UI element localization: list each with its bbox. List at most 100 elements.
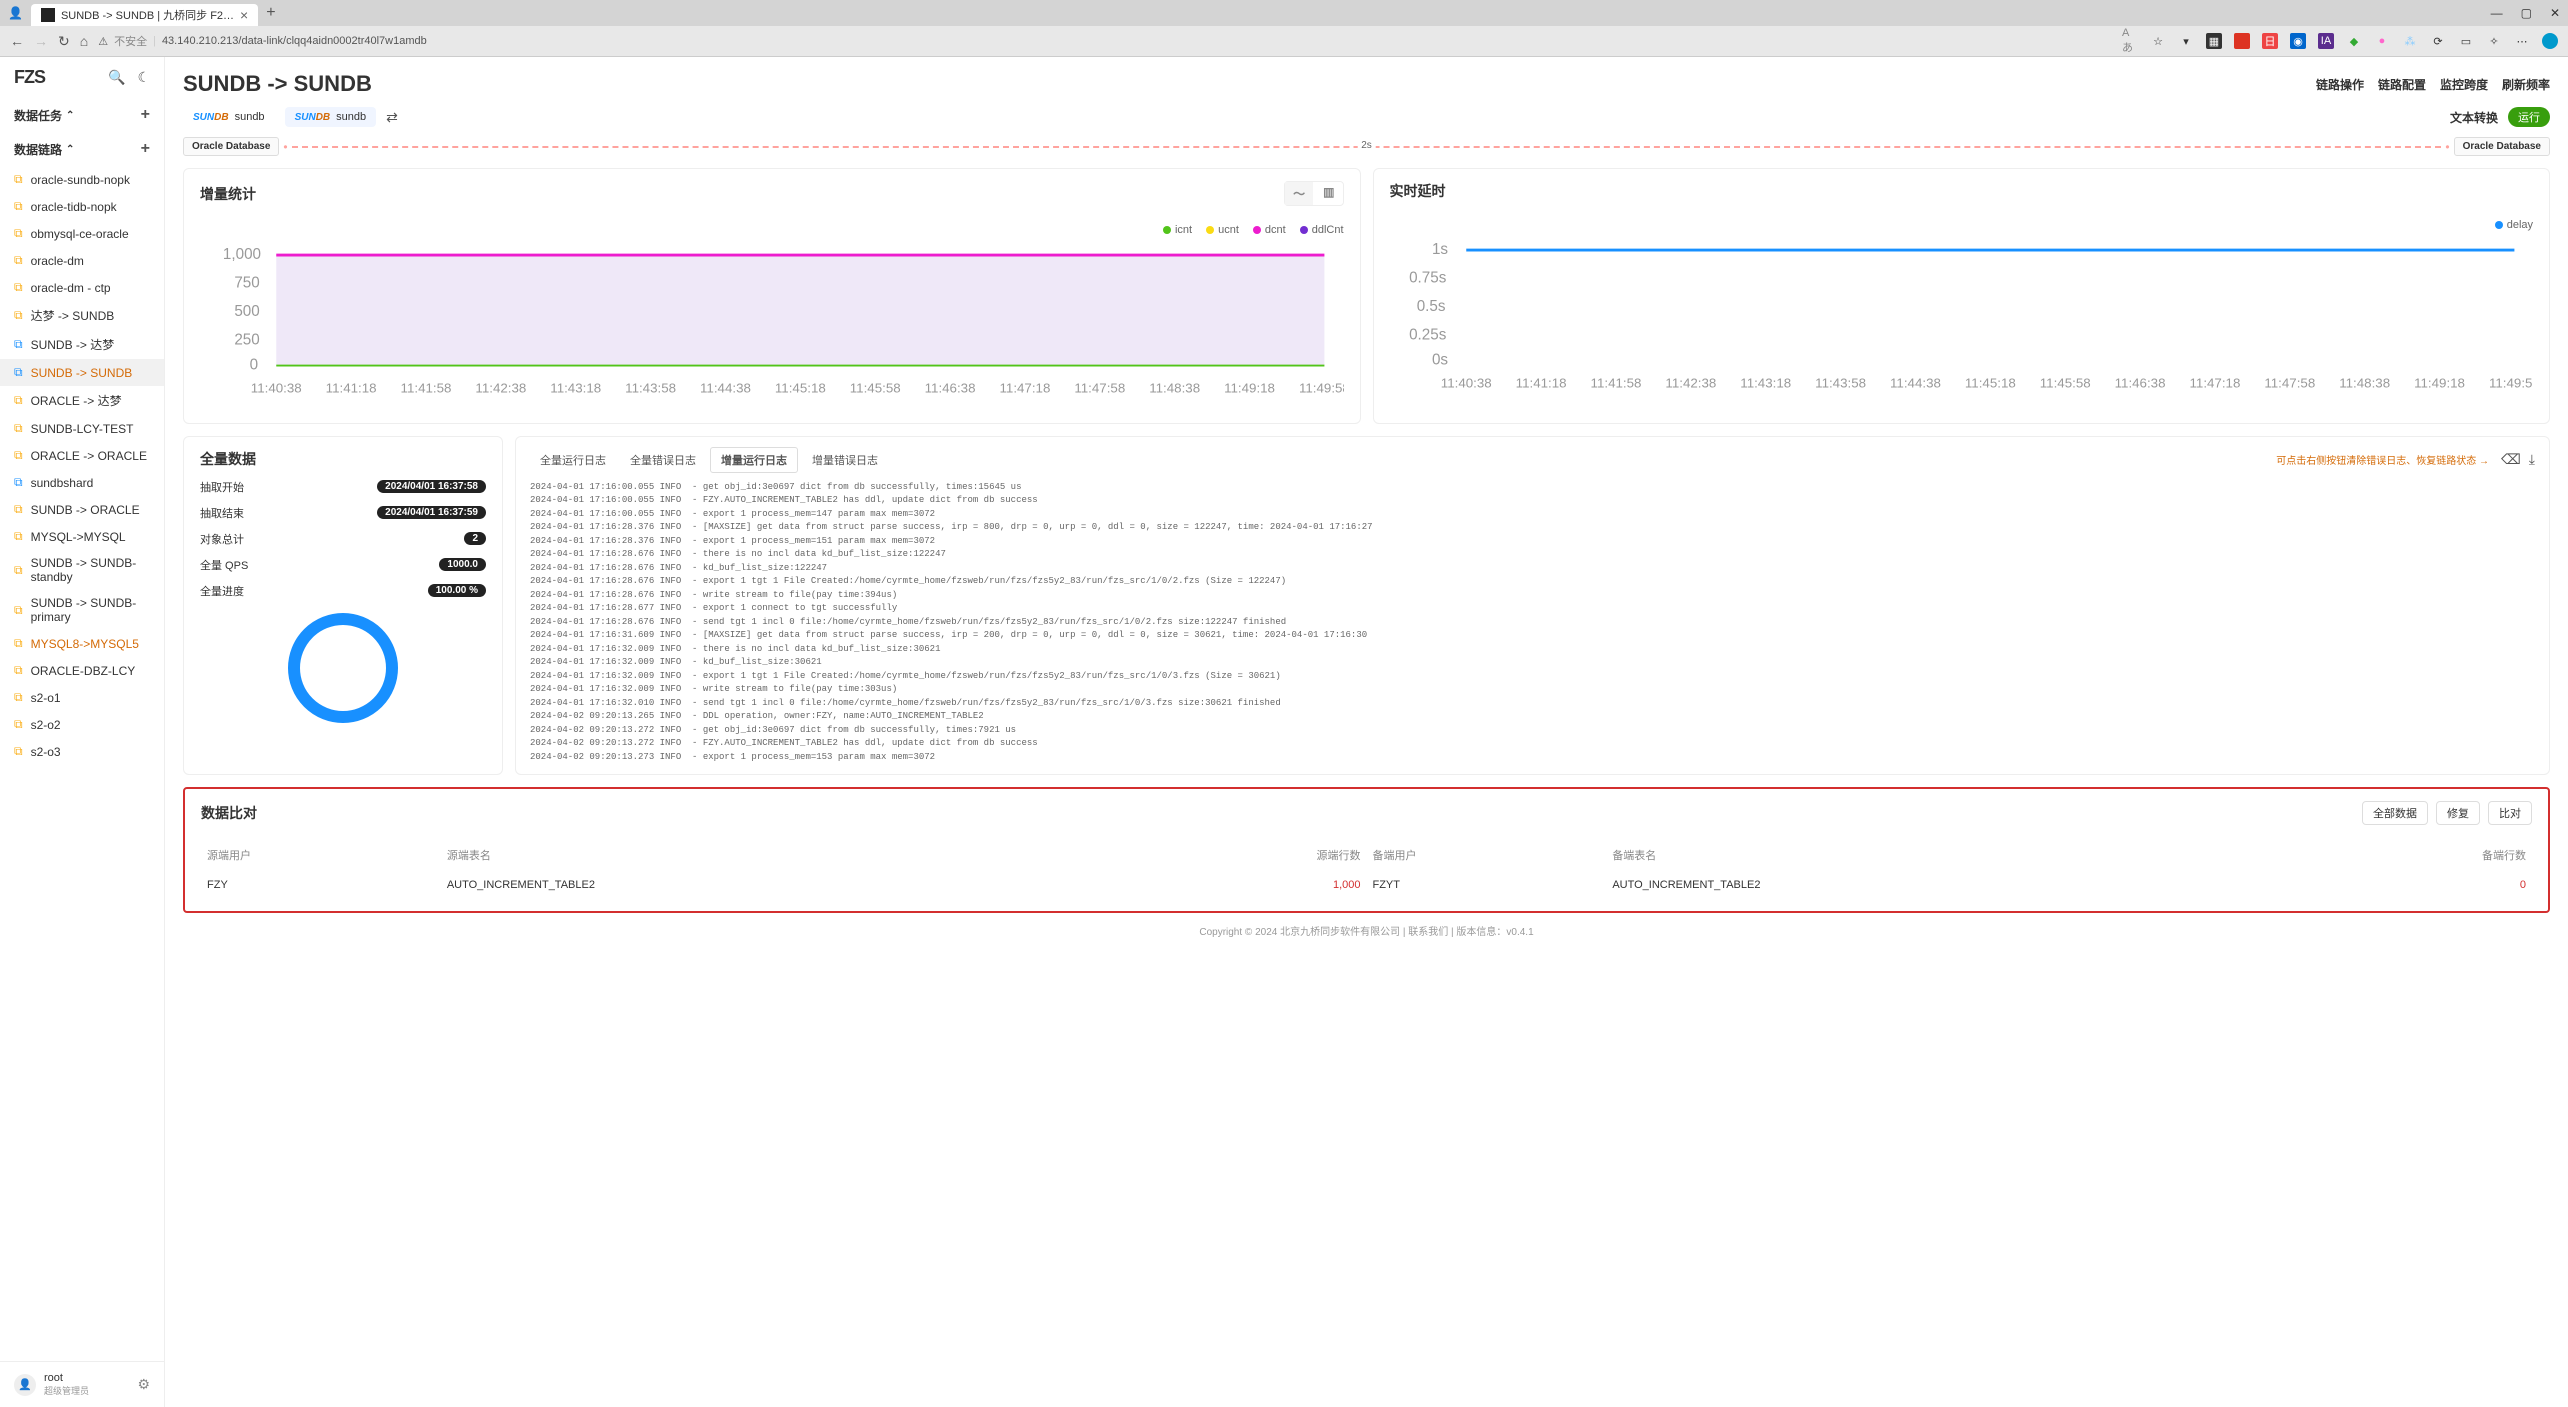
link-icon: ⧉	[14, 529, 23, 544]
ext-icon-7[interactable]: ◆	[2346, 33, 2362, 49]
sidebar-link[interactable]: ⧉SUNDB-LCY-TEST	[0, 415, 164, 442]
ext-icon-9[interactable]: ⁂	[2402, 33, 2418, 49]
brand-logo: FZS	[14, 67, 45, 88]
log-tab-inc-err[interactable]: 增量错误日志	[802, 448, 888, 472]
sidebar-link[interactable]: ⧉sundbshard	[0, 469, 164, 496]
add-link-button[interactable]: +	[141, 140, 150, 158]
th-src-table: 源端表名	[441, 839, 1127, 871]
url-text: 43.140.210.213/data-link/clqq4aidn0002tr…	[162, 35, 427, 47]
header-action[interactable]: 刷新频率	[2502, 76, 2550, 93]
ext-refresh-icon[interactable]: ⟳	[2430, 33, 2446, 49]
sidebar-link[interactable]: ⧉oracle-tidb-nopk	[0, 193, 164, 220]
settings-menu-icon[interactable]: ⋯	[2514, 33, 2530, 49]
svg-text:11:41:18: 11:41:18	[326, 380, 377, 395]
logs-card: 全量运行日志 全量错误日志 增量运行日志 增量错误日志 可点击右侧按钮清除错误日…	[515, 436, 2550, 776]
link-icon: ⧉	[14, 199, 23, 214]
username: root	[44, 1372, 89, 1384]
sidebar-link[interactable]: ⧉MYSQL8->MYSQL5	[0, 630, 164, 657]
sidebar-link[interactable]: ⧉SUNDB -> SUNDB-standby	[0, 550, 164, 590]
ext-icon-5[interactable]: ◉	[2290, 33, 2306, 49]
sidebar-link[interactable]: ⧉SUNDB -> SUNDB-primary	[0, 590, 164, 630]
svg-text:11:41:58: 11:41:58	[1590, 375, 1641, 390]
user-icon[interactable]: 👤	[8, 6, 23, 20]
header-action[interactable]: 监控跨度	[2440, 76, 2488, 93]
window-minimize-button[interactable]: —	[2491, 6, 2503, 20]
ext-icon-1[interactable]: ▾	[2178, 33, 2194, 49]
sidebar-link[interactable]: ⧉obmysql-ce-oracle	[0, 220, 164, 247]
source-db-chip[interactable]: SUNDB sundb	[183, 107, 275, 127]
forward-button[interactable]: →	[34, 33, 48, 49]
flow-target: Oracle Database	[2454, 137, 2550, 156]
gear-icon[interactable]: ⚙	[137, 1376, 150, 1393]
sidebar-link[interactable]: ⧉达梦 -> SUNDB	[0, 301, 164, 330]
ext-icon-8[interactable]: ●	[2374, 33, 2390, 49]
sidebar-link[interactable]: ⧉ORACLE-DBZ-LCY	[0, 657, 164, 684]
log-tab-full-run[interactable]: 全量运行日志	[530, 448, 616, 472]
profile-icon[interactable]	[2542, 33, 2558, 49]
text-switch-button[interactable]: 文本转换	[2450, 109, 2498, 126]
link-icon: ⧉	[14, 448, 23, 463]
sidebar-link[interactable]: ⧉s2-o2	[0, 711, 164, 738]
reader-mode-icon[interactable]: Aあ	[2122, 33, 2138, 49]
search-icon[interactable]: 🔍	[108, 69, 125, 86]
chart-bar-toggle[interactable]: ▥	[1315, 182, 1342, 205]
chart-line-toggle[interactable]: 〜	[1285, 182, 1313, 205]
svg-text:11:47:58: 11:47:58	[2264, 375, 2315, 390]
clear-log-icon[interactable]: ⌫	[2501, 451, 2521, 468]
refresh-button[interactable]: ↻	[58, 33, 70, 50]
sidebar-link[interactable]: ⧉s2-o1	[0, 684, 164, 711]
log-tab-full-err[interactable]: 全量错误日志	[620, 448, 706, 472]
target-db-chip[interactable]: SUNDB sundb	[285, 107, 377, 127]
theme-toggle-icon[interactable]: ☾	[137, 69, 150, 86]
window-close-button[interactable]: ✕	[2550, 6, 2560, 20]
table-row[interactable]: FZY AUTO_INCREMENT_TABLE2 1,000 FZYT AUT…	[201, 871, 2532, 899]
log-tab-inc-run[interactable]: 增量运行日志	[710, 447, 798, 473]
sidebar-link[interactable]: ⧉s2-o3	[0, 738, 164, 765]
address-bar[interactable]: ⚠ 不安全 | 43.140.210.213/data-link/clqq4ai…	[98, 33, 2112, 49]
svg-text:11:46:38: 11:46:38	[925, 380, 976, 395]
header-action[interactable]: 链路配置	[2378, 76, 2426, 93]
back-button[interactable]: ←	[10, 33, 24, 49]
favorite-icon[interactable]: ☆	[2150, 33, 2166, 49]
sidebar-link[interactable]: ⧉ORACLE -> ORACLE	[0, 442, 164, 469]
sidebar-link[interactable]: ⧉SUNDB -> SUNDB	[0, 359, 164, 386]
meta-row: 对象总计2	[200, 531, 486, 547]
chevron-up-icon: ⌃	[66, 110, 74, 121]
sidebar-section-tasks[interactable]: 数据任务 ⌃ +	[0, 98, 164, 132]
collections-icon[interactable]: ▭	[2458, 33, 2474, 49]
meta-row: 全量进度100.00 %	[200, 583, 486, 599]
avatar[interactable]: 👤	[14, 1374, 36, 1396]
sidebar-link[interactable]: ⧉oracle-dm	[0, 247, 164, 274]
new-tab-button[interactable]: +	[266, 4, 275, 22]
ext-icon-3[interactable]	[2234, 33, 2250, 49]
compare-action-button[interactable]: 全部数据	[2362, 801, 2428, 825]
ext-icon-6[interactable]: IA	[2318, 33, 2334, 49]
link-icon: ⧉	[14, 226, 23, 241]
header-action[interactable]: 链路操作	[2316, 76, 2364, 93]
browser-tab[interactable]: SUNDB -> SUNDB | 九桥同步 F2… ×	[31, 4, 258, 26]
ext-icon-4[interactable]: 日	[2262, 33, 2278, 49]
ext-icon-2[interactable]: ▦	[2206, 33, 2222, 49]
sidebar-link[interactable]: ⧉MYSQL->MYSQL	[0, 523, 164, 550]
sidebar-link[interactable]: ⧉oracle-sundb-nopk	[0, 166, 164, 193]
sidebar-section-links[interactable]: 数据链路 ⌃ +	[0, 132, 164, 166]
window-maximize-button[interactable]: ▢	[2521, 6, 2532, 20]
add-task-button[interactable]: +	[141, 106, 150, 124]
link-icon: ⧉	[14, 253, 23, 268]
compare-action-button[interactable]: 比对	[2488, 801, 2532, 825]
sidebar-link[interactable]: ⧉ORACLE -> 达梦	[0, 386, 164, 415]
sidebar-link[interactable]: ⧉SUNDB -> ORACLE	[0, 496, 164, 523]
compare-action-button[interactable]: 修复	[2436, 801, 2480, 825]
sidebar-link[interactable]: ⧉oracle-dm - ctp	[0, 274, 164, 301]
svg-text:11:43:58: 11:43:58	[625, 380, 676, 395]
tab-close-icon[interactable]: ×	[240, 7, 248, 23]
delay-card: 实时延时 delay 1s 0.75s 0.5s 0.25s 0s 11:40:…	[1373, 168, 2551, 424]
run-button[interactable]: 运行	[2508, 107, 2550, 127]
home-button[interactable]: ⌂	[80, 33, 88, 49]
ext-star-icon[interactable]: ✧	[2486, 33, 2502, 49]
log-output: 2024-04-01 17:16:00.055 INFO - get obj_i…	[530, 481, 2535, 765]
sidebar-link[interactable]: ⧉SUNDB -> 达梦	[0, 330, 164, 359]
download-log-icon[interactable]: ⤓	[2529, 451, 2535, 468]
svg-text:11:48:38: 11:48:38	[1149, 380, 1200, 395]
swap-icon[interactable]: ⇄	[386, 109, 398, 126]
